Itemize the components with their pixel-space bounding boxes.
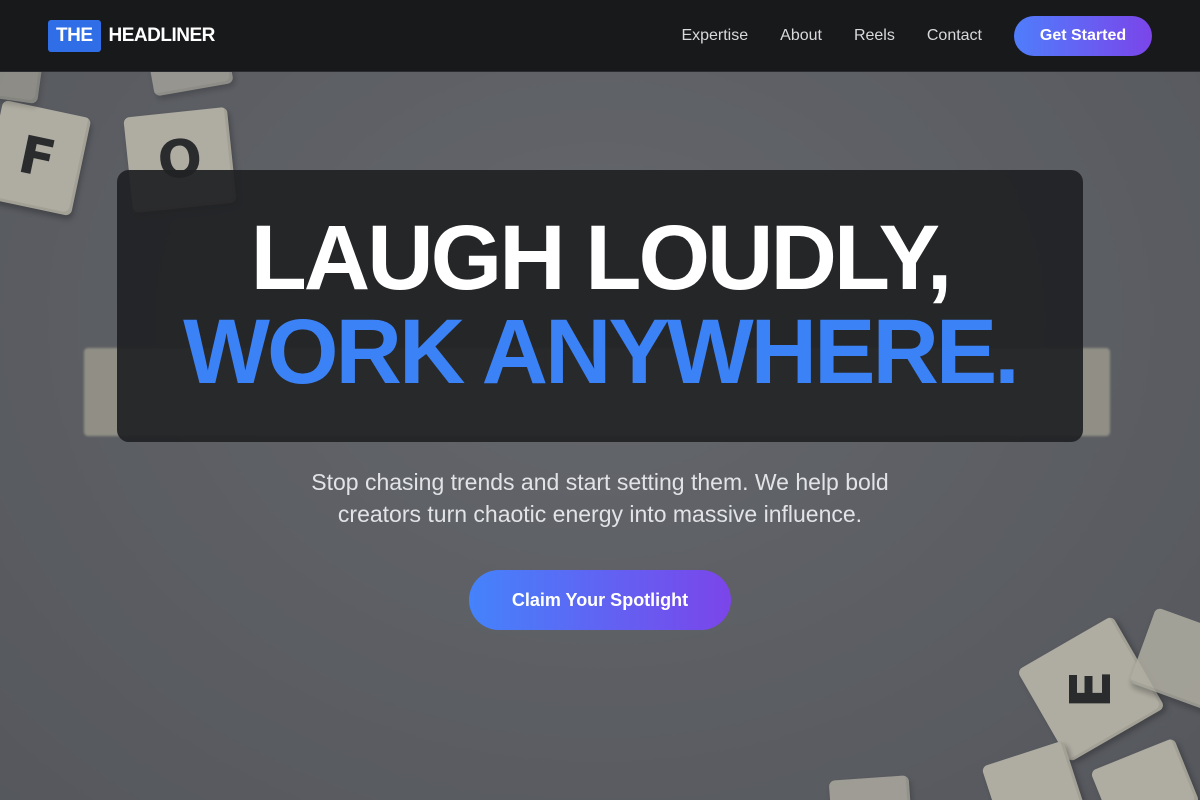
logo[interactable]: THE HEADLINER	[48, 19, 216, 52]
hero-subtitle: Stop chasing trends and start setting th…	[311, 469, 889, 527]
navbar: THE HEADLINER Expertise About Reels Cont…	[0, 0, 1200, 72]
nav-links: Expertise About Reels Contact	[681, 27, 982, 45]
headline-line-2: WORK ANYWHERE.	[183, 301, 1020, 403]
claim-spotlight-button[interactable]: Claim Your Spotlight	[469, 570, 731, 630]
nav-link-contact[interactable]: Contact	[927, 27, 982, 45]
nav-link-reels[interactable]: Reels	[854, 27, 895, 45]
logo-text: HEADLINER	[108, 24, 216, 46]
logo-box: THE	[48, 19, 101, 52]
headline-line-1: LAUGH LOUDLY,	[250, 207, 953, 309]
nav-link-expertise[interactable]: Expertise	[681, 27, 748, 45]
headline-card: LAUGH LOUDLY, WORK ANYWHERE.	[117, 170, 1083, 442]
nav-link-about[interactable]: About	[780, 27, 822, 45]
get-started-button[interactable]: Get Started	[1014, 15, 1152, 56]
